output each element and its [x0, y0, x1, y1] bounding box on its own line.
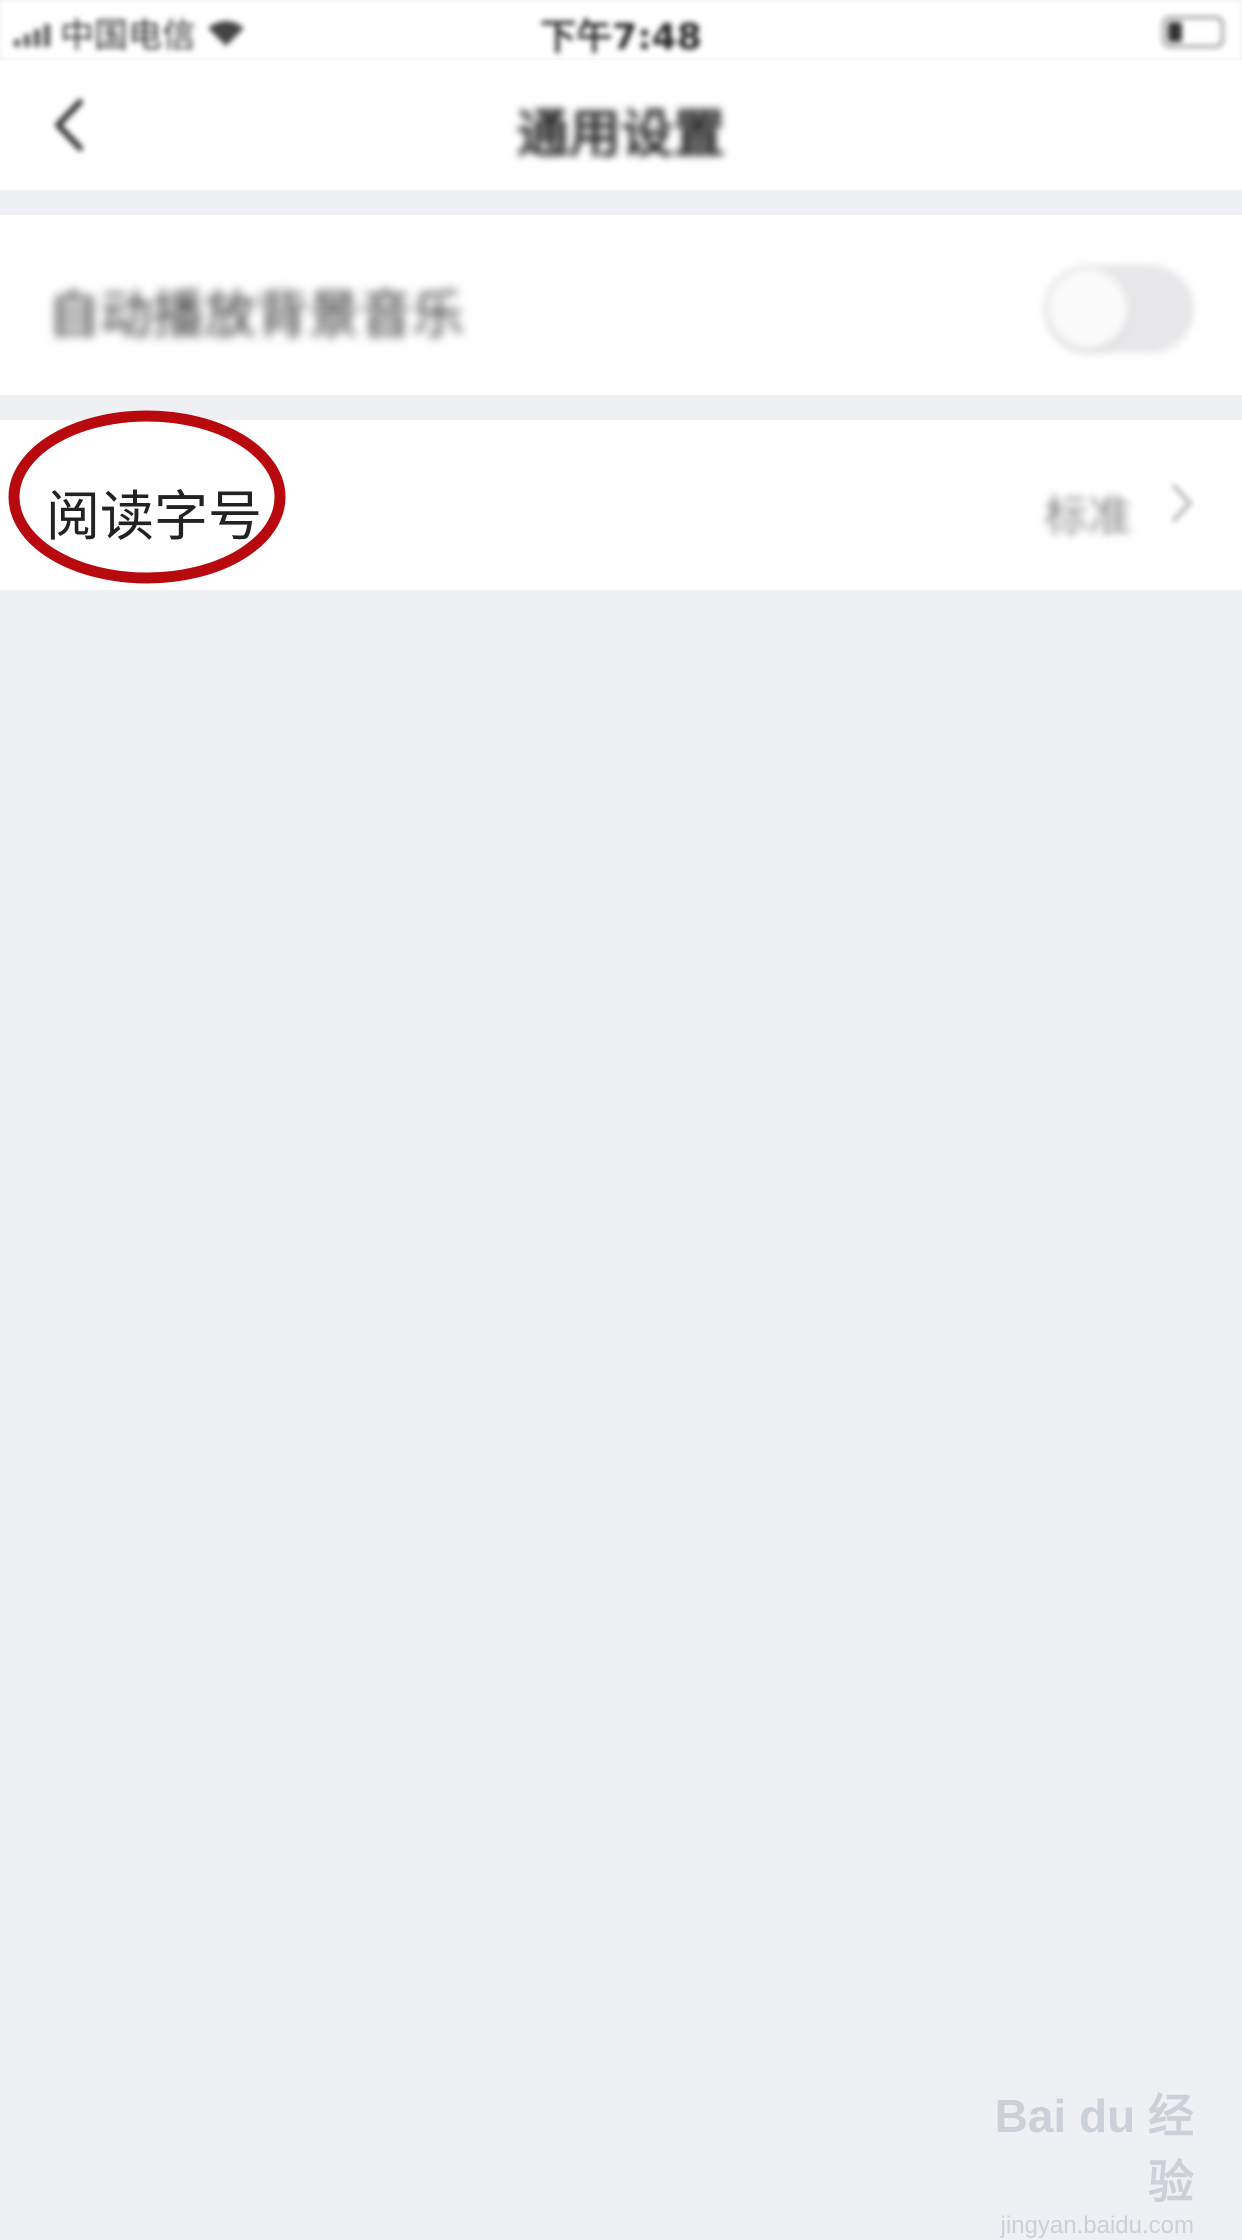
toggle-knob [1048, 269, 1128, 349]
watermark: Bai du 经验 jingyan.baidu.com [964, 2080, 1194, 2240]
status-bar: 中国电信 下午7:48 [0, 0, 1242, 60]
auto-play-toggle[interactable] [1044, 265, 1194, 353]
setting-value-font-size: 标准 [1044, 491, 1132, 542]
watermark-logo: Bai du 经验 [994, 2090, 1194, 2208]
battery-icon [1162, 16, 1224, 48]
setting-row-reading-font-size[interactable]: 阅读字号 标准 [0, 420, 1242, 590]
setting-row-auto-play-music: 自动播放背景音乐 [0, 215, 1242, 395]
chevron-right-icon [1172, 484, 1192, 522]
nav-bar: 通用设置 [0, 60, 1242, 190]
setting-label-font-size: 阅读字号 [46, 485, 262, 548]
watermark-url: jingyan.baidu.com [1000, 2212, 1194, 2239]
page-title: 通用设置 [516, 105, 725, 165]
status-time: 下午7:48 [540, 17, 702, 58]
setting-label-auto-play: 自动播放背景音乐 [48, 286, 465, 346]
